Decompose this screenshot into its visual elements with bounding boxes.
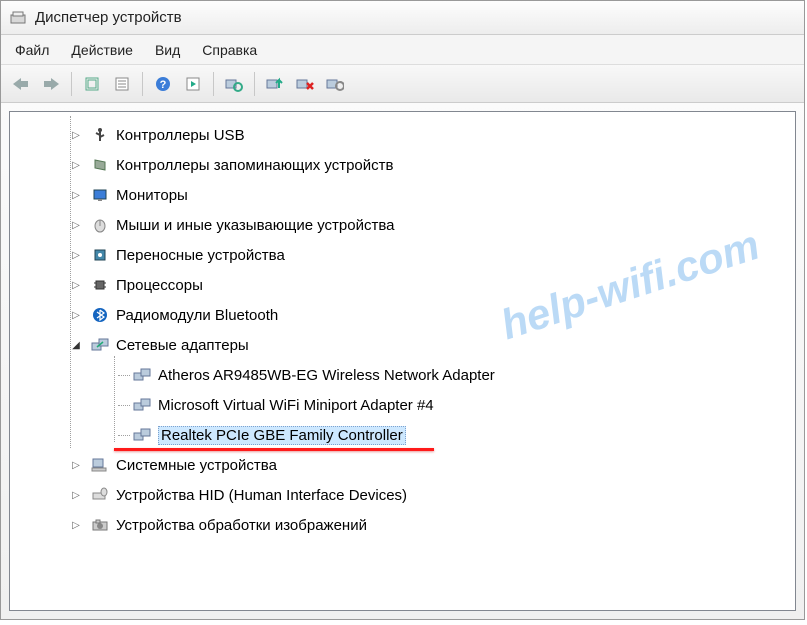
tree-label: Realtek PCIe GBE Family Controller	[158, 426, 406, 445]
cpu-icon	[90, 275, 110, 295]
storage-icon	[90, 155, 110, 175]
tree-label: Радиомодули Bluetooth	[116, 307, 278, 324]
tree-label: Устройства HID (Human Interface Devices)	[116, 487, 407, 504]
properties-button[interactable]	[108, 70, 136, 98]
tree-node-hid[interactable]: ▷ Устройства HID (Human Interface Device…	[14, 480, 791, 510]
menu-help[interactable]: Справка	[202, 42, 257, 58]
menu-action[interactable]: Действие	[71, 42, 133, 58]
chevron-right-icon[interactable]: ▷	[70, 519, 82, 531]
svg-text:?: ?	[160, 79, 167, 91]
tree-connector	[118, 375, 130, 376]
chevron-right-icon[interactable]: ▷	[70, 249, 82, 261]
tree-node-processors[interactable]: ▷ Процессоры	[14, 270, 791, 300]
monitor-icon	[90, 185, 110, 205]
menu-file[interactable]: Файл	[15, 42, 49, 58]
tree-label: Устройства обработки изображений	[116, 517, 367, 534]
network-icon	[90, 335, 110, 355]
app-icon	[9, 9, 27, 27]
tree-node-monitors[interactable]: ▷ Мониторы	[14, 180, 791, 210]
mouse-icon	[90, 215, 110, 235]
imaging-icon	[90, 515, 110, 535]
separator	[254, 72, 255, 96]
hid-icon	[90, 485, 110, 505]
tree-connector	[118, 405, 130, 406]
tree-label: Переносные устройства	[116, 247, 285, 264]
window-title: Диспетчер устройств	[35, 9, 182, 26]
netadapter-icon	[132, 425, 152, 445]
separator	[142, 72, 143, 96]
chevron-right-icon[interactable]: ▷	[70, 459, 82, 471]
tree-node-realtek-gbe[interactable]: Realtek PCIe GBE Family Controller	[14, 420, 791, 450]
toolbar: ?	[1, 65, 804, 103]
scan-hardware-button[interactable]	[220, 70, 248, 98]
tree-label: Microsoft Virtual WiFi Miniport Adapter …	[158, 397, 434, 414]
tree-node-bluetooth[interactable]: ▷ Радиомодули Bluetooth	[14, 300, 791, 330]
menubar: Файл Действие Вид Справка	[1, 35, 804, 65]
update-driver-button[interactable]	[261, 70, 289, 98]
netadapter-icon	[132, 395, 152, 415]
portable-icon	[90, 245, 110, 265]
chevron-right-icon[interactable]: ▷	[70, 489, 82, 501]
tree-node-ms-virtual-wifi[interactable]: Microsoft Virtual WiFi Miniport Adapter …	[14, 390, 791, 420]
tree-node-network-adapters[interactable]: ◢ Сетевые адаптеры	[14, 330, 791, 360]
disable-device-button[interactable]	[291, 70, 319, 98]
separator	[71, 72, 72, 96]
tree-label: Системные устройства	[116, 457, 277, 474]
tree-node-usb[interactable]: ▷ Контроллеры USB	[14, 120, 791, 150]
show-hidden-button[interactable]	[78, 70, 106, 98]
separator	[213, 72, 214, 96]
chevron-right-icon[interactable]: ▷	[70, 189, 82, 201]
menu-view[interactable]: Вид	[155, 42, 180, 58]
help-button[interactable]: ?	[149, 70, 177, 98]
tree-label: Сетевые адаптеры	[116, 337, 249, 354]
device-tree[interactable]: ▷ Контроллеры USB ▷ Контроллеры запомина…	[9, 111, 796, 611]
tree-label: Мыши и иные указывающие устройства	[116, 217, 394, 234]
netadapter-icon	[132, 365, 152, 385]
chevron-right-icon[interactable]: ▷	[70, 309, 82, 321]
tree-label: Atheros AR9485WB-EG Wireless Network Ada…	[158, 367, 495, 384]
bluetooth-icon	[90, 305, 110, 325]
chevron-right-icon[interactable]: ▷	[70, 279, 82, 291]
tree-node-imaging[interactable]: ▷ Устройства обработки изображений	[14, 510, 791, 540]
device-manager-window: Диспетчер устройств Файл Действие Вид Сп…	[0, 0, 805, 620]
tree-label: Мониторы	[116, 187, 188, 204]
content-area: ▷ Контроллеры USB ▷ Контроллеры запомина…	[1, 103, 804, 619]
tree-node-mice[interactable]: ▷ Мыши и иные указывающие устройства	[14, 210, 791, 240]
tree-label: Контроллеры USB	[116, 127, 245, 144]
chevron-right-icon[interactable]: ▷	[70, 129, 82, 141]
tree-label: Процессоры	[116, 277, 203, 294]
uninstall-device-button[interactable]	[321, 70, 349, 98]
tree-node-system-devices[interactable]: ▷ Системные устройства	[14, 450, 791, 480]
tree-connector	[118, 435, 130, 436]
tree-node-portable[interactable]: ▷ Переносные устройства	[14, 240, 791, 270]
back-button[interactable]	[7, 70, 35, 98]
chevron-right-icon[interactable]: ▷	[70, 159, 82, 171]
system-icon	[90, 455, 110, 475]
titlebar[interactable]: Диспетчер устройств	[1, 1, 804, 35]
refresh-button[interactable]	[179, 70, 207, 98]
tree-label: Контроллеры запоминающих устройств	[116, 157, 393, 174]
usb-icon	[90, 125, 110, 145]
chevron-down-icon[interactable]: ◢	[70, 339, 82, 351]
chevron-right-icon[interactable]: ▷	[70, 219, 82, 231]
tree-node-atheros[interactable]: Atheros AR9485WB-EG Wireless Network Ada…	[14, 360, 791, 390]
tree-node-storage[interactable]: ▷ Контроллеры запоминающих устройств	[14, 150, 791, 180]
forward-button[interactable]	[37, 70, 65, 98]
